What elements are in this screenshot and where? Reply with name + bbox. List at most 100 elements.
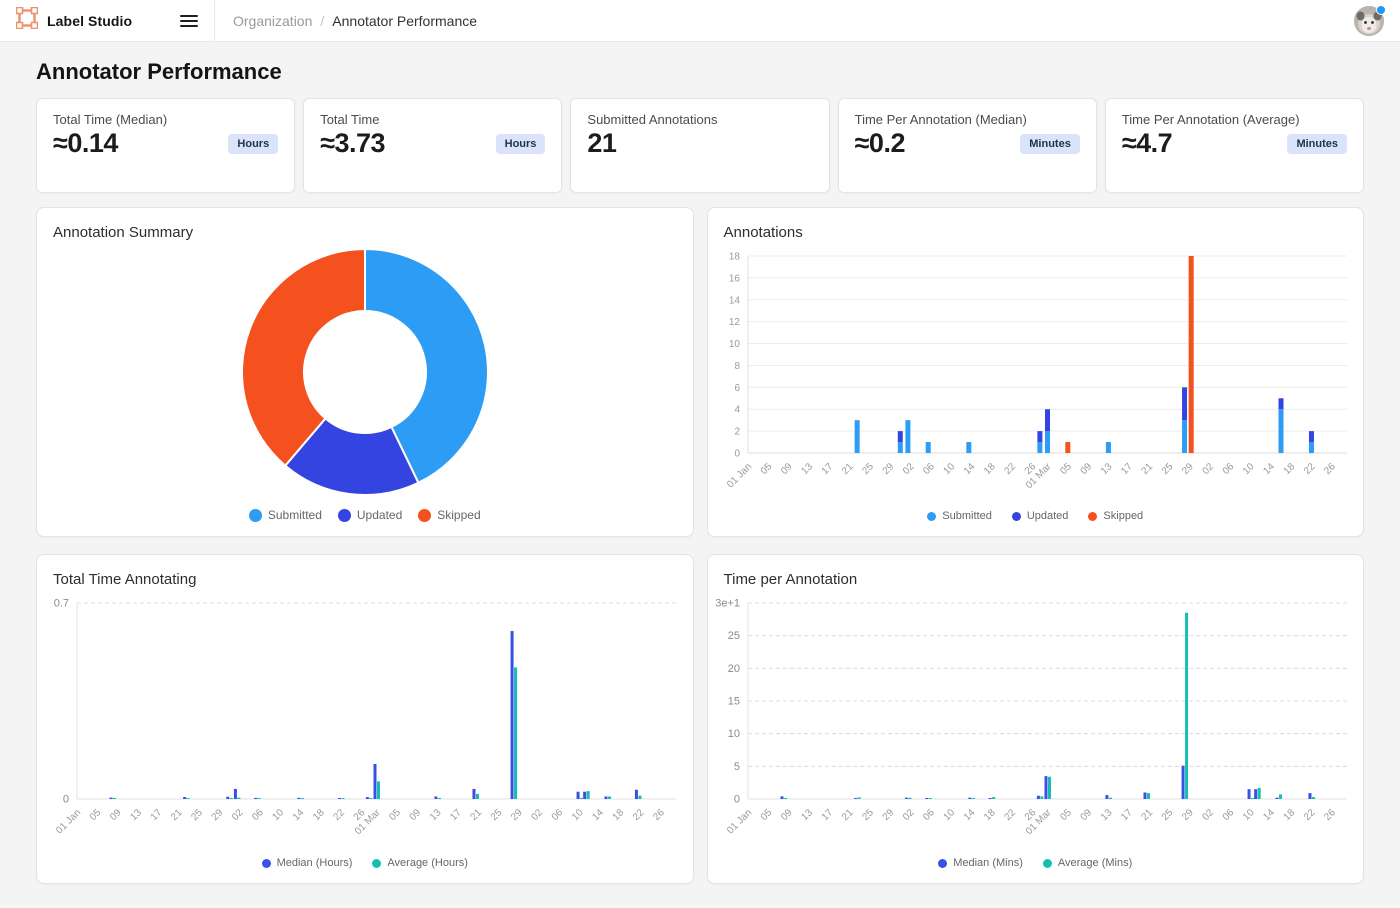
svg-text:22: 22 [1301,461,1317,477]
time-per-annotation-card: Time per Annotation 05101520253e+101 Jan… [707,554,1365,884]
svg-text:21: 21 [840,807,856,823]
svg-text:01 Jan: 01 Jan [725,461,754,490]
legend-item-average-mins-[interactable]: Average (Mins) [1043,857,1132,869]
svg-text:18: 18 [1281,807,1297,823]
svg-text:13: 13 [799,461,815,477]
time-per-annotation-legend: Median (Mins) Average (Mins) [708,857,1364,869]
legend-label: Updated [1027,510,1069,522]
legend-item-submitted[interactable]: Submitted [249,508,322,522]
svg-text:14: 14 [1261,461,1277,477]
svg-text:09: 09 [779,807,795,823]
legend-dot [927,512,936,521]
legend-dot [938,859,947,868]
svg-text:5: 5 [733,761,739,773]
svg-text:13: 13 [128,807,144,823]
brand[interactable]: Label Studio [16,7,132,34]
legend-item-submitted[interactable]: Submitted [927,510,992,522]
svg-text:29: 29 [880,461,896,477]
legend-dot [262,859,271,868]
svg-text:02: 02 [900,807,916,823]
legend-label: Average (Hours) [387,857,468,869]
svg-text:05: 05 [88,807,104,823]
status-dot [1376,5,1386,15]
legend-dot [1043,859,1052,868]
svg-text:09: 09 [779,461,795,477]
svg-text:20: 20 [727,663,739,675]
legend-item-median-mins-[interactable]: Median (Mins) [938,857,1023,869]
svg-text:17: 17 [149,807,165,823]
stat-value: ≈3.73 [320,128,385,159]
legend-label: Median (Hours) [277,857,353,869]
stats-row: Total Time (Median) ≈0.14Hours Total Tim… [36,98,1364,193]
svg-text:29: 29 [1180,461,1196,477]
svg-text:06: 06 [921,807,937,823]
legend-item-skipped[interactable]: Skipped [1088,510,1143,522]
time-per-annotation-chart[interactable]: 05101520253e+101 Jan05091317212529020610… [708,555,1365,885]
svg-text:14: 14 [961,807,977,823]
svg-text:18: 18 [982,461,998,477]
annotation-summary-donut-chart[interactable] [37,208,694,538]
svg-text:09: 09 [408,807,424,823]
stat-total-time: Total Time ≈3.73Hours [303,98,562,193]
svg-text:10: 10 [728,339,740,350]
svg-text:0.7: 0.7 [54,598,69,610]
breadcrumb-organization[interactable]: Organization [233,13,312,29]
stat-time-per-annotation-average: Time Per Annotation (Average) ≈4.7Minute… [1105,98,1364,193]
stat-total-time-median: Total Time (Median) ≈0.14Hours [36,98,295,193]
legend-item-updated[interactable]: Updated [338,508,402,522]
svg-text:8: 8 [734,361,740,372]
stat-label: Time Per Annotation (Average) [1122,112,1347,127]
svg-text:22: 22 [1002,807,1018,823]
svg-text:17: 17 [1119,461,1135,477]
svg-text:09: 09 [108,807,124,823]
svg-text:25: 25 [489,807,505,823]
svg-text:13: 13 [1098,461,1114,477]
stat-label: Submitted Annotations [587,112,812,127]
svg-text:01 Jan: 01 Jan [725,807,754,836]
svg-text:17: 17 [819,461,835,477]
svg-text:06: 06 [250,807,266,823]
svg-text:06: 06 [921,461,937,477]
annotations-bar-chart[interactable]: 02468101214161801 Jan0509131721252902061… [708,208,1365,538]
total-time-annotating-card: Total Time Annotating 0.7001 Jan05091317… [36,554,694,884]
svg-text:14: 14 [728,295,740,306]
legend-item-average-hours-[interactable]: Average (Hours) [372,857,468,869]
svg-text:02: 02 [230,807,246,823]
legend-item-updated[interactable]: Updated [1012,510,1069,522]
charts-grid: Annotation Summary SubmittedUpdatedSkipp… [36,207,1364,884]
svg-text:05: 05 [758,807,774,823]
legend-dot [338,509,351,522]
svg-text:18: 18 [982,807,998,823]
svg-text:13: 13 [1098,807,1114,823]
legend-item-median-hours-[interactable]: Median (Hours) [262,857,353,869]
svg-text:0: 0 [733,794,739,806]
annotation-summary-card: Annotation Summary SubmittedUpdatedSkipp… [36,207,694,537]
legend-label: Submitted [268,508,322,522]
hamburger-menu-button[interactable] [180,13,200,29]
legend-label: Updated [357,508,402,522]
user-avatar[interactable] [1354,5,1386,37]
stat-label: Time Per Annotation (Median) [855,112,1080,127]
svg-text:25: 25 [189,807,205,823]
svg-text:0: 0 [734,449,740,460]
svg-text:05: 05 [1058,807,1074,823]
svg-text:06: 06 [550,807,566,823]
legend-label: Skipped [1103,510,1143,522]
svg-text:02: 02 [1200,461,1216,477]
total-time-legend: Median (Hours) Average (Hours) [37,857,693,869]
svg-text:26: 26 [1322,461,1338,477]
svg-text:05: 05 [1058,461,1074,477]
pie-legend: Submitted Updated Skipped [37,508,693,522]
unit-badge: Hours [496,134,546,154]
top-bar: Label Studio Organization / Annotator Pe… [0,0,1400,42]
stat-value: ≈4.7 [1122,128,1172,159]
legend-item-skipped[interactable]: Skipped [418,508,480,522]
svg-text:25: 25 [1159,461,1175,477]
svg-text:4: 4 [734,405,740,416]
total-time-annotating-chart[interactable]: 0.7001 Jan050913172125290206101418222601… [37,555,694,885]
svg-text:22: 22 [1301,807,1317,823]
svg-text:18: 18 [611,807,627,823]
brand-name: Label Studio [47,13,132,29]
svg-text:09: 09 [1078,807,1094,823]
svg-text:3e+1: 3e+1 [715,598,740,610]
